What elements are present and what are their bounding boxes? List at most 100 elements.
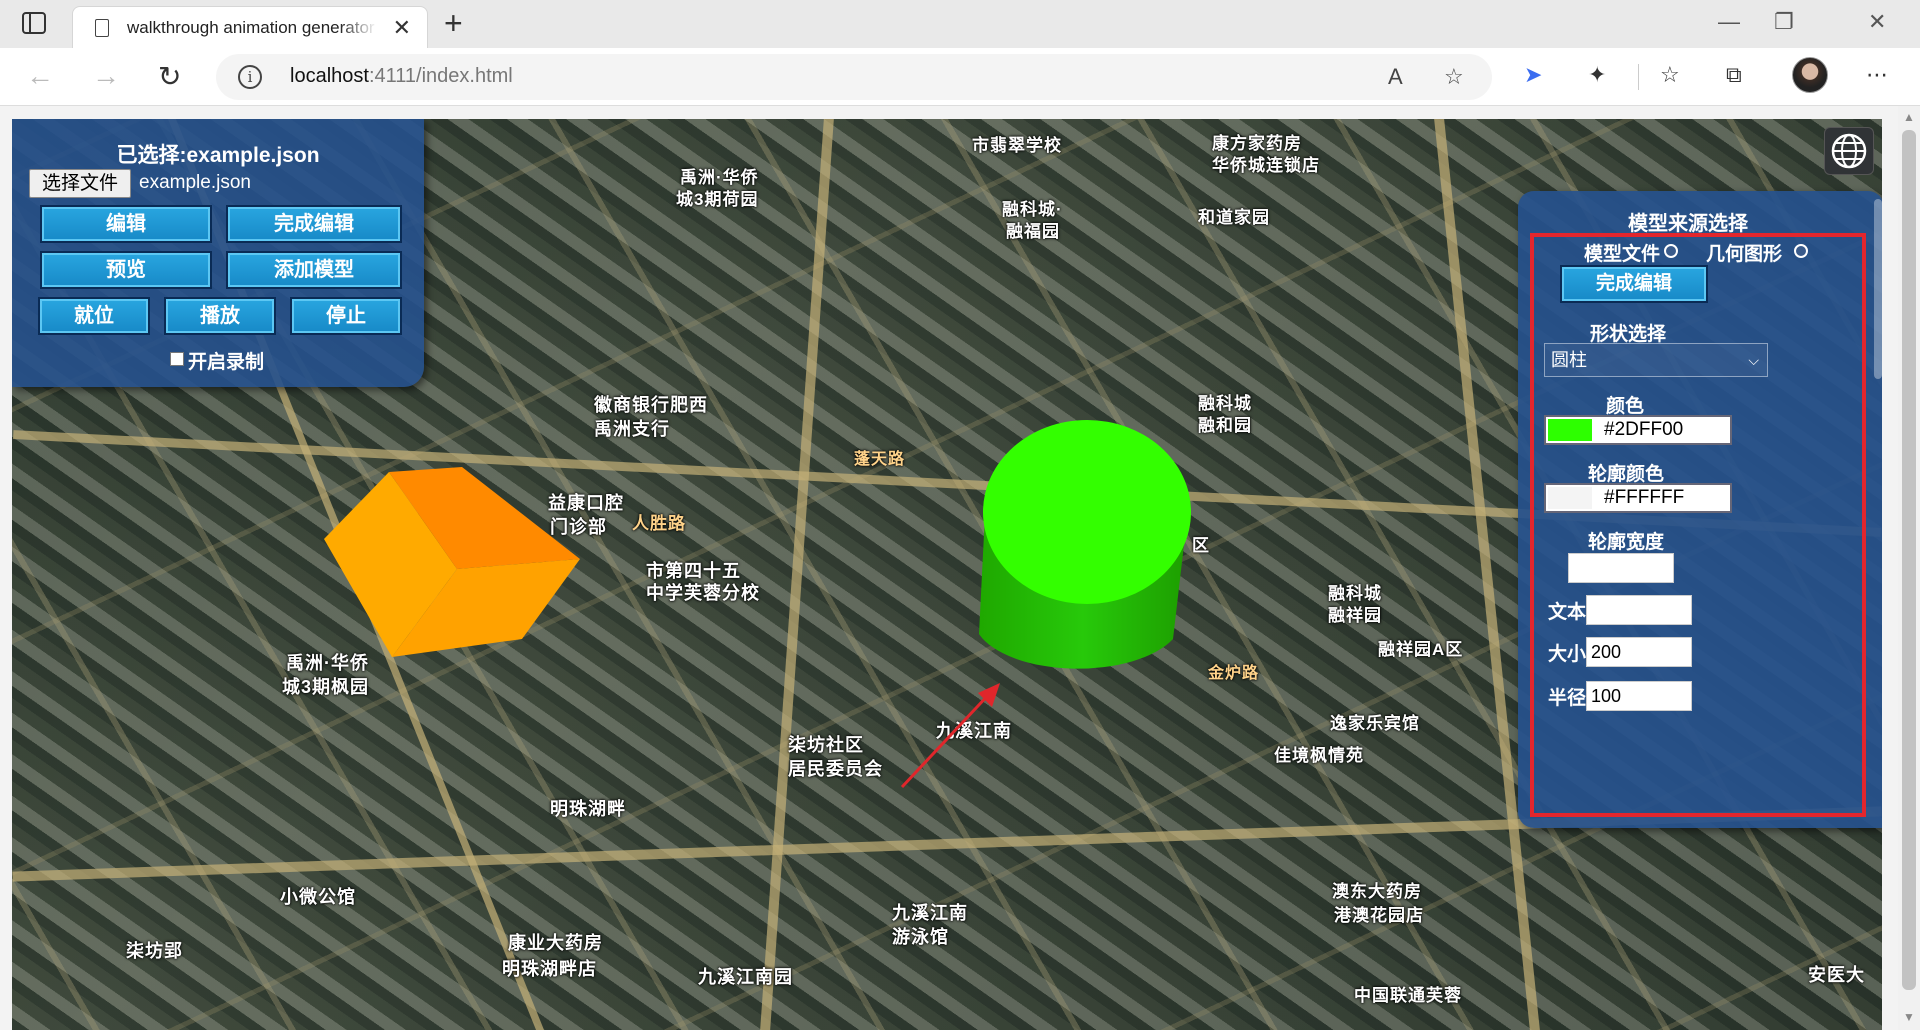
puzzle-icon[interactable]: ✦ <box>1588 62 1606 88</box>
minimize-button[interactable]: — <box>1718 9 1740 35</box>
radio-model-file[interactable] <box>1664 244 1679 258</box>
extension-icon[interactable]: ➤ <box>1524 62 1542 88</box>
map-label: 融福园 <box>1006 222 1060 241</box>
tab-actions-icon[interactable] <box>22 12 46 34</box>
add-model-button[interactable]: 添加模型 <box>226 251 402 289</box>
favorites-icon[interactable]: ☆ <box>1660 62 1680 88</box>
map-label: 徽商银行肥西 <box>594 395 708 415</box>
outline-width-input[interactable] <box>1568 553 1674 583</box>
map-label: 柒坊社区 <box>788 735 864 755</box>
play-button[interactable]: 播放 <box>164 297 276 335</box>
tab-strip: walkthrough animation generator ✕ + — ❐ … <box>0 0 1920 48</box>
model-file-option[interactable]: 模型文件 <box>1584 239 1679 266</box>
read-aloud-icon[interactable]: A <box>1388 64 1403 90</box>
page-scrollbar[interactable]: ▲ ▼ <box>1898 106 1920 1030</box>
forward-icon[interactable]: → <box>92 60 120 92</box>
restore-button[interactable]: ❐ <box>1774 9 1794 35</box>
toolbar-divider <box>1638 64 1639 90</box>
green-cylinder-model[interactable] <box>977 414 1207 704</box>
chevron-down-icon: ⌵ <box>1748 352 1759 368</box>
scroll-down-icon[interactable]: ▼ <box>1903 1010 1915 1024</box>
more-icon[interactable]: ⋯ <box>1866 62 1888 88</box>
map-label: 柒坊郢 <box>126 941 183 961</box>
map-label: 蓬天路 <box>854 451 906 468</box>
map-label: 中国联通芙蓉 <box>1354 986 1462 1005</box>
panel-scrollbar[interactable] <box>1874 199 1882 379</box>
map-label: 佳境枫情苑 <box>1274 746 1364 765</box>
selected-file-title: 已选择:example.json <box>116 144 320 167</box>
outline-color-value: #FFFFFF <box>1604 487 1685 508</box>
cylinder-top <box>983 420 1191 604</box>
new-tab-button[interactable]: + <box>444 5 463 42</box>
outline-width-label: 轮廓宽度 <box>1588 532 1665 553</box>
address-bar-row: ← → ↻ i localhost:4111/index.html A ☆ ➤ … <box>0 48 1920 106</box>
stop-button[interactable]: 停止 <box>290 297 402 335</box>
color-swatch[interactable] <box>1548 419 1592 441</box>
ready-button[interactable]: 就位 <box>38 297 150 335</box>
preview-button[interactable]: 预览 <box>40 251 212 289</box>
map-label: 九溪江南 <box>892 903 968 923</box>
radius-label: 半径 <box>1548 688 1587 709</box>
browser-tab[interactable]: walkthrough animation generator ✕ <box>72 6 428 48</box>
radio-geometry[interactable] <box>1794 244 1809 258</box>
map-label: 澳东大药房 <box>1332 882 1422 901</box>
map-label: 明珠湖畔店 <box>502 959 597 979</box>
map-label: 小微公馆 <box>280 887 356 907</box>
panel-title: 模型来源选择 <box>1628 213 1748 235</box>
finish-edit-button[interactable]: 完成编辑 <box>1560 265 1708 303</box>
size-input[interactable]: 200 <box>1586 637 1692 667</box>
highlight-box: 模型文件 几何图形 完成编辑 形状选择 圆柱 ⌵ 颜色 #2DFF00 轮廓颜色 … <box>1530 233 1866 817</box>
tab-title: walkthrough animation generator <box>127 18 375 37</box>
scroll-up-icon[interactable]: ▲ <box>1903 110 1915 124</box>
close-tab-icon[interactable]: ✕ <box>393 15 411 41</box>
omnibox[interactable]: i localhost:4111/index.html A ☆ <box>216 54 1492 100</box>
model-source-panel: 模型来源选择 模型文件 几何图形 完成编辑 形状选择 圆柱 ⌵ 颜色 #2DFF0… <box>1518 191 1882 828</box>
back-icon[interactable]: ← <box>26 60 54 92</box>
map-label: 中学芙蓉分校 <box>646 583 760 603</box>
outline-color-swatch[interactable] <box>1548 487 1592 509</box>
map-label: 居民委员会 <box>788 759 883 779</box>
map-label: 逸家乐宾馆 <box>1330 714 1420 733</box>
outline-color-label: 轮廓颜色 <box>1588 464 1665 485</box>
orange-cube-model[interactable] <box>312 439 612 699</box>
file-name-label: example.json <box>139 172 251 193</box>
color-input[interactable]: #2DFF00 <box>1544 415 1732 445</box>
map-viewport[interactable]: 市翡翠学校 康方家药房 华侨城连锁店 禹洲·华侨 城3期荷园 融科城· 融福园 … <box>12 119 1882 1030</box>
geometry-option[interactable]: 几何图形 <box>1706 239 1809 266</box>
record-checkbox[interactable] <box>170 352 184 366</box>
color-label: 颜色 <box>1606 396 1645 417</box>
outline-color-input[interactable]: #FFFFFF <box>1544 483 1732 513</box>
map-label: 人胜路 <box>632 514 686 533</box>
animation-control-panel: 已选择:example.json 选择文件 example.json 编辑 完成… <box>12 119 424 387</box>
map-label: 康业大药房 <box>508 933 603 953</box>
shape-select[interactable]: 圆柱 ⌵ <box>1544 343 1768 377</box>
globe-icon[interactable] <box>1824 127 1874 175</box>
text-input[interactable] <box>1586 595 1692 625</box>
radius-input[interactable]: 100 <box>1586 681 1692 711</box>
map-label: 禹洲支行 <box>594 419 670 439</box>
url-text[interactable]: localhost:4111/index.html <box>290 65 513 88</box>
red-arrow-annotation <box>900 683 1000 789</box>
reload-icon[interactable]: ↻ <box>158 60 181 93</box>
record-label: 开启录制 <box>188 352 265 373</box>
edit-button[interactable]: 编辑 <box>40 205 212 243</box>
map-label: 融祥园 <box>1328 606 1382 625</box>
page-icon <box>95 19 109 37</box>
map-label: 金炉路 <box>1208 665 1260 682</box>
map-label: 九溪江南园 <box>698 967 793 987</box>
collections-icon[interactable]: ⧉ <box>1726 62 1742 88</box>
profile-avatar[interactable] <box>1792 57 1828 93</box>
map-label: 城3期荷园 <box>676 190 759 209</box>
choose-file-button[interactable]: 选择文件 <box>29 169 131 198</box>
close-window-button[interactable]: ✕ <box>1868 9 1886 35</box>
shape-label: 形状选择 <box>1590 324 1667 345</box>
finish-edit-button[interactable]: 完成编辑 <box>226 205 402 243</box>
map-label: 市翡翠学校 <box>972 136 1062 155</box>
record-toggle[interactable]: 开启录制 <box>170 347 264 374</box>
map-label: 明珠湖畔 <box>550 799 626 819</box>
map-label: 华侨城连锁店 <box>1212 156 1320 175</box>
scroll-thumb[interactable] <box>1902 130 1916 990</box>
site-info-icon[interactable]: i <box>238 65 262 89</box>
add-favorite-icon[interactable]: ☆ <box>1444 64 1464 90</box>
text-label: 文本 <box>1548 602 1587 623</box>
